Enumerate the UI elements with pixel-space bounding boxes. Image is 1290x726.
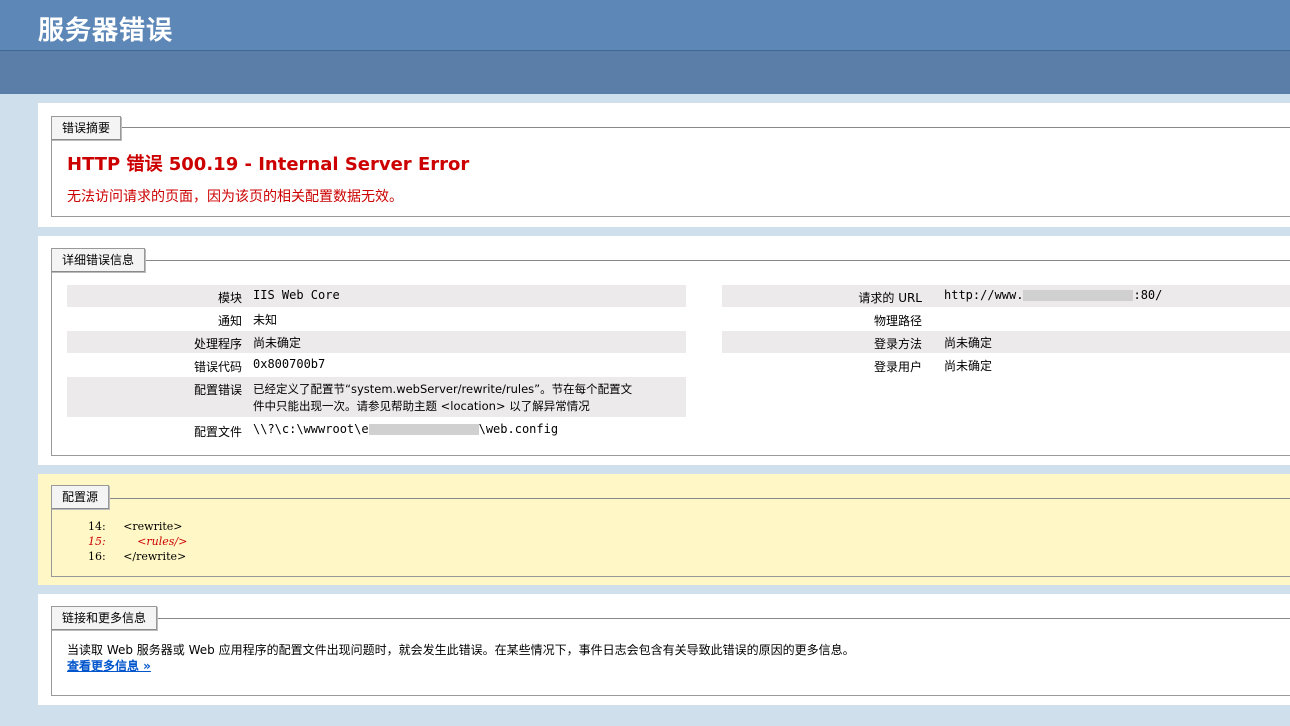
- config-file-prefix: \\?\c:\wwwroot\e: [253, 422, 369, 436]
- line-code: <rewrite>: [123, 520, 183, 533]
- line-code: <rules/>: [137, 535, 188, 548]
- error-summary-legend: 错误摘要: [51, 116, 122, 140]
- detail-value: 0x800700b7: [253, 357, 326, 371]
- url-prefix: http://www.: [944, 288, 1024, 302]
- detail-label: 错误代码: [193, 360, 242, 374]
- redacted-blur: [1023, 290, 1134, 301]
- url-suffix: :80/: [1133, 288, 1163, 302]
- header-band: [0, 51, 1290, 94]
- detail-label: 处理程序: [193, 337, 242, 351]
- detail-row-notification: 通知 未知: [67, 308, 686, 330]
- detail-row-request-url: 请求的 URL http://www. :80/: [722, 285, 1290, 307]
- detail-value: \\?\c:\wwwroot\e \web.config: [253, 422, 558, 436]
- detail-row-physical-path: 物理路径: [722, 308, 1290, 330]
- detail-value-line1: 已经定义了配置节“system.webServer/rewrite/rules”…: [253, 382, 633, 396]
- error-title: HTTP 错误 500.19 - Internal Server Error: [67, 154, 470, 175]
- config-source-panel: 配置源 14: <rewrite> 15: <rules/> 16: </rew…: [38, 474, 1290, 585]
- links-legend: 链接和更多信息: [51, 606, 158, 630]
- detail-row-config-error: 配置错误 已经定义了配置节“system.webServer/rewrite/r…: [67, 377, 686, 417]
- config-source-fieldset: [51, 498, 1290, 577]
- config-file-suffix: \web.config: [478, 422, 559, 436]
- detail-row-module: 模块 IIS Web Core: [67, 285, 686, 307]
- detail-label: 模块: [217, 291, 242, 305]
- detail-label: 配置文件: [193, 425, 242, 439]
- error-detail-legend: 详细错误信息: [51, 248, 146, 272]
- error-summary-panel: 错误摘要 HTTP 错误 500.19 - Internal Server Er…: [38, 103, 1290, 227]
- detail-row-logon-method: 登录方法 尚未确定: [722, 331, 1290, 353]
- detail-label: 登录用户: [873, 360, 922, 374]
- links-panel: 链接和更多信息 当读取 Web 服务器或 Web 应用程序的配置文件出现问题时，…: [38, 594, 1290, 705]
- error-detail-panel: 详细错误信息 模块 IIS Web Core 通知 未知 处理程序 尚未确定 错…: [38, 236, 1290, 465]
- more-info-link[interactable]: 查看更多信息 »: [67, 657, 151, 674]
- code-line: 14: <rewrite>: [88, 520, 183, 533]
- line-code: </rewrite>: [123, 550, 187, 563]
- code-line: 16: </rewrite>: [88, 550, 186, 563]
- detail-value: http://www. :80/: [944, 288, 1162, 302]
- detail-label: 登录方法: [873, 337, 922, 351]
- redacted-blur: [368, 424, 479, 435]
- detail-value-line2: 件中只能出现一次。请参见帮助主题 <location> 以了解异常情况: [253, 399, 590, 413]
- detail-row-config-file: 配置文件 \\?\c:\wwwroot\e \web.config: [67, 419, 686, 441]
- code-line-highlighted: 15: <rules/>: [88, 535, 187, 548]
- detail-row-error-code: 错误代码 0x800700b7: [67, 354, 686, 376]
- config-source-legend: 配置源: [51, 485, 110, 509]
- line-number: 15:: [88, 535, 106, 548]
- detail-value: 尚未确定: [944, 336, 993, 350]
- detail-value: 未知: [253, 313, 278, 327]
- detail-label: 请求的 URL: [858, 291, 922, 305]
- detail-label: 物理路径: [873, 314, 922, 328]
- detail-row-logon-user: 登录用户 尚未确定: [722, 354, 1290, 376]
- line-number: 16:: [88, 550, 106, 563]
- page-header: 服务器错误: [0, 0, 1290, 51]
- page-title: 服务器错误: [38, 16, 174, 46]
- detail-label: 配置错误: [193, 383, 242, 397]
- detail-value: 尚未确定: [944, 359, 993, 373]
- error-description: 无法访问请求的页面，因为该页的相关配置数据无效。: [67, 189, 403, 205]
- detail-label: 通知: [217, 314, 242, 328]
- detail-value: 尚未确定: [253, 336, 302, 350]
- links-description: 当读取 Web 服务器或 Web 应用程序的配置文件出现问题时，就会发生此错误。…: [67, 643, 855, 657]
- detail-value: IIS Web Core: [253, 288, 340, 302]
- line-number: 14:: [88, 520, 106, 533]
- detail-row-handler: 处理程序 尚未确定: [67, 331, 686, 353]
